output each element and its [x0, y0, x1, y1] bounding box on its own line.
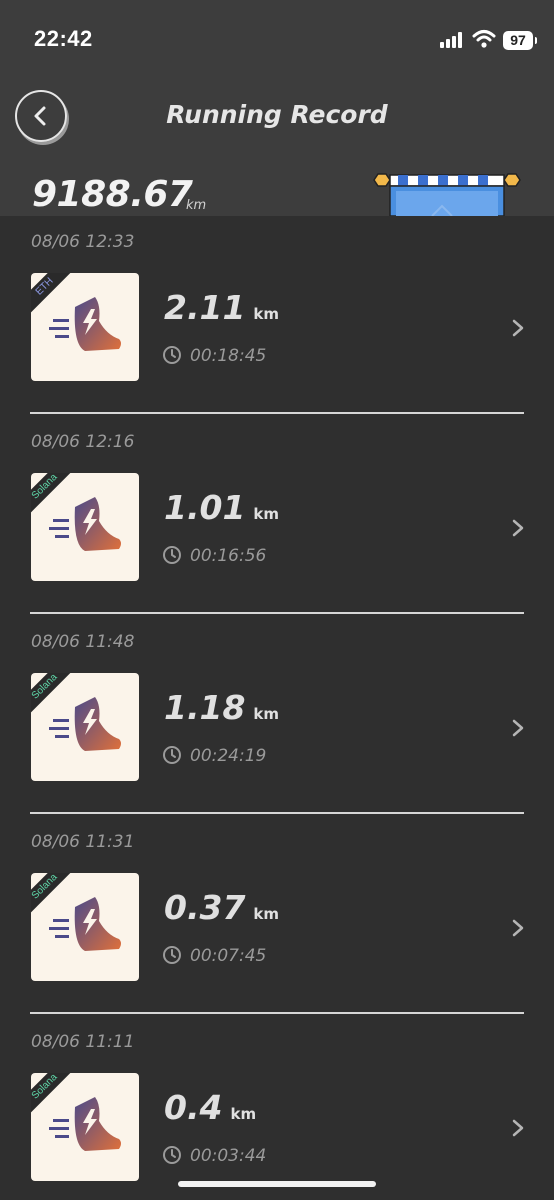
cellular-signal-icon: [440, 32, 466, 48]
record-item[interactable]: 08/06 12:16 Solana 1.01 km 00:16:56: [0, 416, 554, 616]
record-distance: 2.11 km: [164, 288, 279, 327]
header-area: 22:42 97 Running Record 9188.67 km: [0, 0, 554, 216]
record-item[interactable]: 08/06 11:11 Solana 0.4 km 00:03:44: [0, 1016, 554, 1200]
chevron-right-icon: [512, 319, 524, 337]
record-thumbnail: Solana: [31, 1073, 139, 1181]
record-list: 08/06 12:33 ETH 2.11 km 00:18:45 08/06 1…: [0, 216, 554, 1200]
page-title: Running Record: [166, 100, 388, 129]
record-item[interactable]: 08/06 12:33 ETH 2.11 km 00:18:45: [0, 216, 554, 416]
divider: [30, 812, 524, 814]
status-time: 22:42: [34, 26, 93, 51]
record-thumbnail: Solana: [31, 873, 139, 981]
running-shoe-icon: [49, 897, 121, 951]
running-shoe-icon: [49, 1097, 121, 1151]
chevron-right-icon: [512, 719, 524, 737]
distance-value: 0.4: [164, 1088, 223, 1127]
clock-icon: [163, 946, 181, 964]
duration-text: 00:18:45: [190, 346, 267, 366]
distance-unit: km: [253, 505, 280, 523]
record-distance: 1.01 km: [164, 488, 279, 527]
clock-icon: [163, 746, 181, 764]
record-item[interactable]: 08/06 11:31 Solana 0.37 km 00:07:45: [0, 816, 554, 1016]
finish-gate-icon: [373, 173, 521, 216]
total-distance: 9188.67: [32, 174, 193, 215]
duration-text: 00:03:44: [190, 1146, 267, 1166]
divider: [30, 1012, 524, 1014]
running-shoe-icon: [49, 697, 121, 751]
distance-value: 1.01: [164, 488, 246, 527]
record-thumbnail: Solana: [31, 473, 139, 581]
record-distance: 1.18 km: [164, 688, 279, 727]
record-date: 08/06 11:11: [31, 1032, 135, 1052]
duration-text: 00:07:45: [190, 946, 267, 966]
divider: [30, 412, 524, 414]
record-thumbnail: ETH: [31, 273, 139, 381]
record-item[interactable]: 08/06 11:48 Solana 1.18 km 00:24:19: [0, 616, 554, 816]
record-distance: 0.37 km: [164, 888, 279, 927]
status-bar: 22:42 97: [0, 0, 554, 80]
distance-value: 1.18: [164, 688, 246, 727]
running-shoe-icon: [49, 497, 121, 551]
total-distance-unit: km: [186, 198, 207, 213]
duration-text: 00:24:19: [190, 746, 267, 766]
record-date: 08/06 11:48: [31, 632, 135, 652]
distance-value: 0.37: [164, 888, 246, 927]
chevron-right-icon: [512, 1119, 524, 1137]
clock-icon: [163, 1146, 181, 1164]
battery-indicator: 97: [503, 31, 537, 50]
clock-icon: [163, 346, 181, 364]
distance-unit: km: [253, 705, 280, 723]
distance-unit: km: [230, 1105, 257, 1123]
distance-unit: km: [253, 305, 280, 323]
home-indicator[interactable]: [178, 1181, 376, 1187]
chevron-right-icon: [512, 519, 524, 537]
record-date: 08/06 12:33: [31, 232, 135, 252]
chevron-right-icon: [512, 919, 524, 937]
distance-value: 2.11: [164, 288, 246, 327]
clock-icon: [163, 546, 181, 564]
record-thumbnail: Solana: [31, 673, 139, 781]
record-date: 08/06 12:16: [31, 432, 135, 452]
record-date: 08/06 11:31: [31, 832, 135, 852]
distance-unit: km: [253, 905, 280, 923]
record-distance: 0.4 km: [164, 1088, 256, 1127]
duration-text: 00:16:56: [190, 546, 267, 566]
wifi-icon: [472, 30, 496, 48]
running-shoe-icon: [49, 297, 121, 351]
divider: [30, 612, 524, 614]
